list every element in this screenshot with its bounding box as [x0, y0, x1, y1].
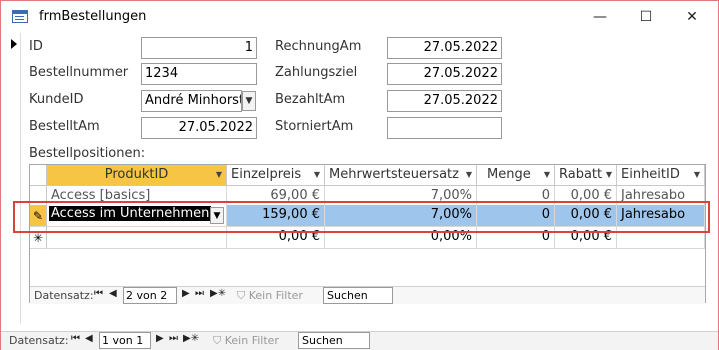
kundeid-dropdown-button[interactable]: ▼ — [242, 91, 256, 111]
next-record-icon[interactable]: ▶ — [156, 333, 164, 344]
id-field[interactable]: 1 — [141, 37, 257, 59]
subform-label: Bestellpositionen: — [29, 146, 146, 161]
subform-filter-status[interactable]: ⛉ Kein Filter — [237, 289, 303, 303]
sort-dropdown-icon: ▼ — [465, 170, 472, 179]
close-button[interactable]: ✕ — [669, 1, 715, 32]
select-all-corner[interactable] — [30, 165, 47, 186]
bestellnummer-field[interactable]: 1234 — [141, 63, 257, 85]
previous-record-icon[interactable]: ◀ — [109, 288, 117, 299]
kundeid-label: KundeID — [29, 92, 84, 107]
bestelltam-label: BestelltAm — [29, 119, 100, 134]
title-bar: frmBestellungen — ☐ ✕ — [1, 1, 718, 32]
bezahltam-label: BezahltAm — [275, 92, 346, 107]
main-nav-label: Datensatz: — [9, 334, 69, 347]
rechnungam-label: RechnungAm — [275, 39, 362, 54]
last-record-icon[interactable]: ⏭ — [169, 333, 178, 344]
storniertam-field[interactable] — [387, 117, 502, 139]
sort-dropdown-icon: ▼ — [313, 170, 320, 179]
sort-dropdown-icon: ▼ — [693, 170, 700, 179]
column-header-einheitid[interactable]: EinheitID ▼ — [617, 165, 705, 186]
form-window: frmBestellungen — ☐ ✕ ID 1 Bestellnummer… — [0, 0, 719, 350]
grid-header: ProduktID ▼ Einzelpreis ▼ Mehrwertsteuersa… — [30, 165, 705, 186]
window-title: frmBestellungen — [39, 9, 147, 24]
main-filter-status[interactable]: ⛉ Kein Filter — [213, 334, 279, 348]
maximize-button[interactable]: ☐ — [623, 1, 669, 32]
subform-nav-label: Datensatz: — [34, 289, 94, 302]
form-icon — [12, 10, 28, 23]
zahlungsziel-label: Zahlungsziel — [275, 65, 358, 80]
rechnungam-field[interactable]: 27.05.2022 — [387, 37, 502, 59]
last-record-icon[interactable]: ⏭ — [195, 288, 204, 299]
column-header-menge[interactable]: Menge ▼ — [477, 165, 555, 186]
sort-dropdown-icon: ▼ — [543, 170, 550, 179]
column-header-produktid[interactable]: ProduktID ▼ — [47, 165, 227, 186]
first-record-icon[interactable]: ⏮ — [94, 288, 103, 299]
subform-record-number[interactable]: 2 von 2 — [123, 287, 177, 304]
highlight-rectangle — [13, 201, 710, 233]
bestelltam-field[interactable]: 27.05.2022 — [141, 117, 257, 139]
subform-navigation-bar: Datensatz: ⏮ ◀ 2 von 2 ▶ ⏭ ▶✳ ⛉ Kein Fil… — [30, 286, 705, 304]
first-record-icon[interactable]: ⏮ — [71, 333, 80, 344]
funnel-icon: ⛉ — [213, 334, 225, 347]
record-selector[interactable] — [8, 33, 21, 324]
bestellnummer-label: Bestellnummer — [29, 65, 129, 80]
main-navigation-bar: Datensatz: ⏮ ◀ 1 von 1 ▶ ⏭ ▶✳ ⛉ Kein Fil… — [1, 331, 718, 350]
funnel-icon: ⛉ — [237, 289, 249, 302]
sort-dropdown-icon: ▼ — [215, 170, 222, 179]
column-header-einzelpreis[interactable]: Einzelpreis ▼ — [227, 165, 325, 186]
column-header-rabatt[interactable]: Rabatt ▼ — [555, 165, 617, 186]
previous-record-icon[interactable]: ◀ — [85, 333, 93, 344]
main-record-number[interactable]: 1 von 1 — [99, 332, 151, 349]
storniertam-label: StorniertAm — [275, 119, 354, 134]
sort-dropdown-icon: ▼ — [605, 170, 612, 179]
zahlungsziel-field[interactable]: 27.05.2022 — [387, 63, 502, 85]
minimize-button[interactable]: — — [577, 1, 623, 32]
main-search-input[interactable]: Suchen — [298, 332, 370, 349]
id-label: ID — [29, 39, 43, 54]
column-header-mehrwertsteuersatz[interactable]: Mehrwertsteuersatz ▼ — [325, 165, 477, 186]
new-record-nav-icon[interactable]: ▶✳ — [183, 333, 199, 344]
bezahltam-field[interactable]: 27.05.2022 — [387, 90, 502, 112]
subform-search-input[interactable]: Suchen — [323, 287, 393, 304]
next-record-icon[interactable]: ▶ — [182, 288, 190, 299]
kundeid-combo[interactable]: André Minhorst — [141, 90, 242, 112]
bestellpositionen-subform: ProduktID ▼ Einzelpreis ▼ Mehrwertsteuersa… — [29, 164, 706, 304]
current-record-arrow-icon — [11, 39, 17, 49]
new-record-nav-icon[interactable]: ▶✳ — [210, 288, 226, 299]
